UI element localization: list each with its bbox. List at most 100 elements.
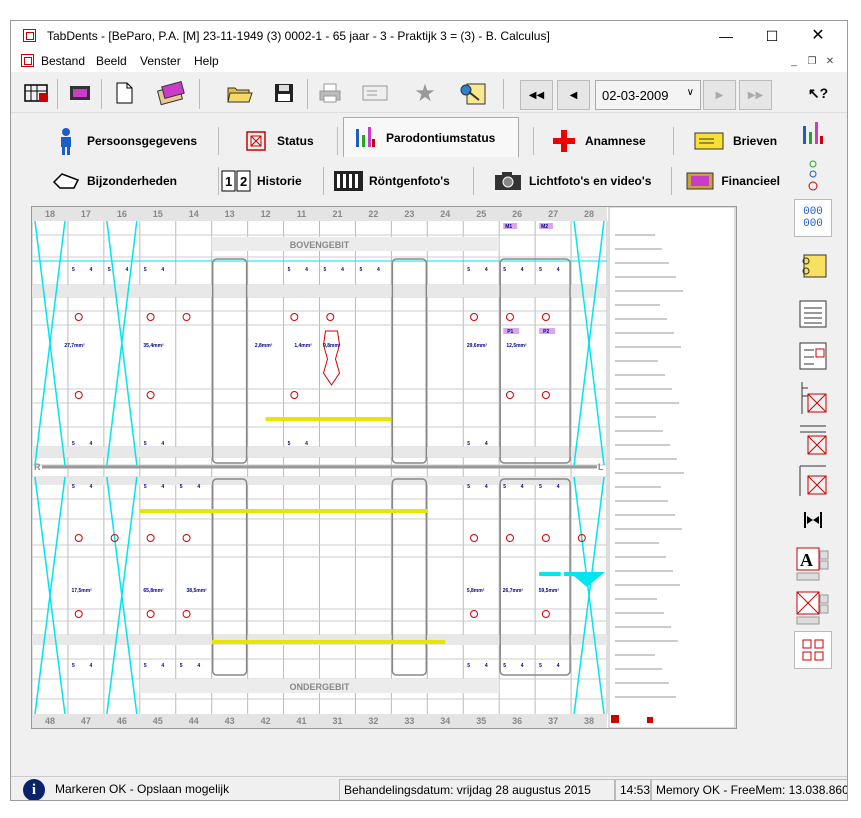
box-right-button[interactable]: [794, 421, 832, 459]
range-button[interactable]: [794, 501, 832, 539]
tooth-21-shape: [322, 330, 341, 386]
depth-digit: 5: [539, 267, 542, 273]
tab-historie[interactable]: 12 Historie: [221, 161, 321, 201]
perio-chart[interactable]: 18 17 16 15 14 13 12 11 21 22 23 24 25 26 27 28 48 47 46 45…: [31, 206, 737, 729]
furcation-label: P2: [543, 329, 549, 335]
upper-area-value: 35,4mm²: [143, 343, 164, 349]
tab-label: Brieven: [733, 134, 778, 148]
tab-persoonsgegevens[interactable]: Persoonsgegevens: [51, 121, 211, 161]
date-select[interactable]: 02-03-2009 ∨: [595, 80, 701, 110]
pocket-circle: [74, 610, 83, 618]
circles-button[interactable]: [794, 157, 832, 195]
corner-box-icon: [799, 465, 827, 496]
upper-area-value: 12,5mm²: [506, 343, 527, 349]
depth-digit: 4: [125, 267, 128, 273]
favorite-button[interactable]: ★: [409, 76, 441, 110]
last-record-button[interactable]: ▶▶: [739, 80, 772, 110]
upper-tooth-number: 12: [261, 209, 271, 219]
digits-button[interactable]: 000 000: [794, 199, 832, 237]
save-button[interactable]: [267, 76, 301, 110]
tab-label: Röntgenfoto's: [369, 174, 450, 188]
depth-digit: 4: [161, 267, 164, 273]
lower-tooth-outline: [391, 478, 428, 676]
new-button[interactable]: [107, 76, 141, 110]
help-button[interactable]: ↖?: [801, 76, 835, 110]
mdi-close-icon[interactable]: ✕: [823, 55, 837, 69]
open-patient-button[interactable]: [151, 76, 191, 110]
minimize-button[interactable]: —: [703, 21, 749, 51]
pocket-circle: [470, 534, 479, 542]
tab-brieven[interactable]: Brieven: [691, 121, 781, 161]
upper-tooth-number: 26: [512, 209, 522, 219]
xray-button[interactable]: [453, 76, 491, 110]
tab-bijzonderheden[interactable]: Bijzonderheden: [51, 161, 201, 201]
lower-area-value: 65,8mm²: [143, 588, 164, 594]
folder-open-icon: [227, 87, 253, 103]
lower-tooth-number: 31: [332, 716, 342, 726]
next-record-button[interactable]: ▶: [703, 80, 736, 110]
menu-bestand[interactable]: Bestand: [41, 54, 85, 68]
tab-parodontiumstatus[interactable]: Parodontiumstatus: [343, 117, 519, 157]
lower-tooth-number: 38: [584, 716, 594, 726]
corner-box-button[interactable]: [794, 461, 832, 499]
pocket-circle: [505, 534, 514, 542]
depth-digit: 4: [485, 441, 488, 447]
depth-digit: 5: [503, 663, 506, 669]
lower-tooth-number: 41: [297, 716, 307, 726]
depth-digit: 4: [341, 267, 344, 273]
font-button[interactable]: A: [794, 545, 832, 583]
menu-help[interactable]: Help: [194, 54, 219, 68]
pocket-circle: [146, 534, 155, 542]
first-record-button[interactable]: ◀◀: [520, 80, 553, 110]
svg-text:2: 2: [240, 174, 247, 189]
depth-digit: 4: [557, 663, 560, 669]
depth-digit: 5: [144, 441, 147, 447]
menu-venster[interactable]: Venster: [140, 54, 181, 68]
menu-beeld[interactable]: Beeld: [96, 54, 127, 68]
mdi-minimize-icon[interactable]: _: [787, 55, 801, 69]
depth-digit: 5: [467, 484, 470, 490]
notes-button[interactable]: [794, 247, 832, 285]
lines-box-button[interactable]: [794, 337, 832, 375]
tab-financieel[interactable]: Financieel: [685, 161, 780, 201]
tab-lichtfotos[interactable]: Lichtfoto's en video's: [493, 161, 658, 201]
svg-text:A: A: [800, 550, 813, 570]
maximize-button[interactable]: ☐: [749, 21, 795, 51]
pocket-circle: [541, 610, 550, 618]
tab-rontgenfotos[interactable]: Röntgenfoto's: [333, 161, 473, 201]
depth-digit: 5: [72, 267, 75, 273]
date-value: 02-03-2009: [602, 88, 669, 103]
tab-label: Bijzonderheden: [87, 174, 178, 188]
tab-status[interactable]: Status: [241, 121, 331, 161]
close-button[interactable]: ✕: [795, 21, 841, 51]
perio-bars-button[interactable]: [794, 115, 832, 153]
box-left-icon: [801, 382, 827, 414]
box-left-button[interactable]: [794, 379, 832, 417]
camera-button[interactable]: [63, 76, 97, 110]
mdi-restore-icon[interactable]: ❐: [805, 55, 819, 69]
previous-record-button[interactable]: ◀: [557, 80, 590, 110]
chart-grid-button[interactable]: [19, 76, 53, 110]
depth-digit: 4: [485, 484, 488, 490]
app-window: TabDents - [BeParo, P.A. [M] 23-11-1949 …: [10, 20, 848, 801]
printer-icon: [319, 83, 341, 103]
patient-card-icon: [156, 81, 185, 106]
digits-icon: 000 000: [803, 206, 823, 230]
lower-tooth-number: 33: [404, 716, 414, 726]
card-button[interactable]: [357, 76, 393, 110]
legend-swatch: [611, 715, 619, 723]
lower-tooth-number: 45: [153, 716, 163, 726]
font-size-icon: A: [796, 547, 829, 581]
lower-area-value: 5,8mm²: [467, 588, 485, 594]
open-button[interactable]: [223, 76, 257, 110]
upper-tooth-number: 13: [225, 209, 235, 219]
upper-tooth-number: 24: [440, 209, 450, 219]
print-button[interactable]: [313, 76, 347, 110]
tab-anamnese[interactable]: Anamnese: [549, 121, 669, 161]
lines-button[interactable]: [794, 295, 832, 333]
box-size-button[interactable]: [794, 589, 832, 627]
depth-digit: 4: [521, 663, 524, 669]
depth-digit: 4: [90, 267, 93, 273]
depth-digit: 4: [161, 441, 164, 447]
multi-box-button[interactable]: [794, 631, 832, 669]
